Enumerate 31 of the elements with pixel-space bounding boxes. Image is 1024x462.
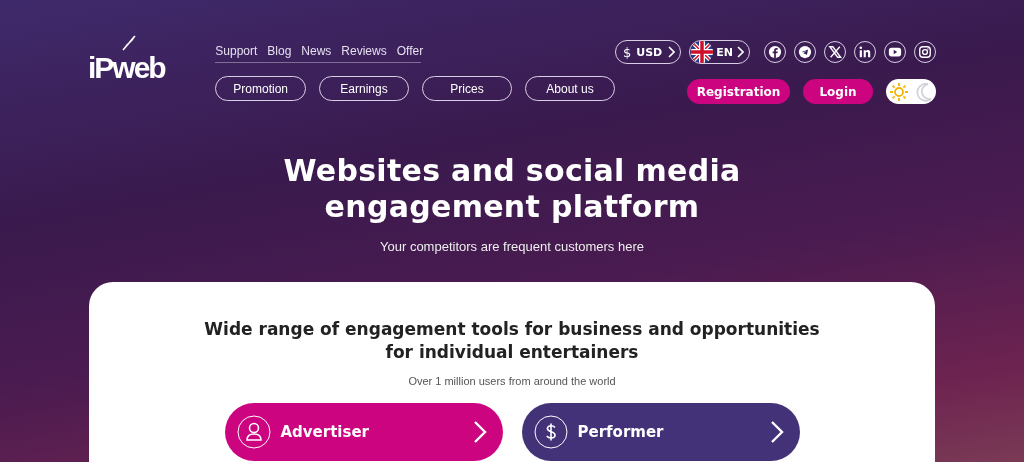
nav-link[interactable]: Blog bbox=[267, 44, 292, 58]
nav-link[interactable]: Reviews bbox=[341, 44, 387, 58]
role-button[interactable]: Advertiser bbox=[224, 403, 503, 461]
person-icon bbox=[236, 415, 271, 449]
card-title: Wide range of engagement tools for business and opportunities for individual entertainers bbox=[203, 318, 821, 364]
camera-icon bbox=[918, 45, 932, 59]
currency-label: USD bbox=[636, 45, 663, 59]
role-button[interactable]: Performer bbox=[521, 403, 800, 461]
nav-link[interactable]: Offer bbox=[396, 44, 424, 58]
nav-link[interactable]: News bbox=[301, 44, 332, 58]
logo[interactable]: iPweb bbox=[88, 35, 216, 83]
hero-subtitle: Your competitors are frequent customers here bbox=[379, 239, 645, 254]
card-subtitle: Over 1 million users from around the world bbox=[407, 375, 617, 387]
chevron-icon bbox=[769, 420, 784, 444]
video-play-icon bbox=[888, 45, 902, 59]
registration-button[interactable]: Registration bbox=[687, 79, 790, 104]
nav-link[interactable]: Support bbox=[215, 44, 258, 58]
facebook-icon bbox=[768, 45, 782, 59]
language-label: EN bbox=[716, 45, 733, 59]
theme-toggle[interactable] bbox=[886, 79, 936, 104]
dollar-icon bbox=[533, 415, 568, 449]
chevron-icon bbox=[736, 46, 744, 58]
x-icon bbox=[828, 45, 842, 59]
chevron-icon bbox=[472, 420, 487, 444]
hero-title: Websites and social media engagement platform bbox=[282, 153, 742, 225]
telegram-icon bbox=[798, 45, 812, 59]
chevron-icon bbox=[667, 46, 676, 58]
currency-symbol: $ bbox=[623, 44, 632, 60]
linkedin-icon bbox=[858, 45, 872, 59]
login-button[interactable]: Login bbox=[803, 79, 873, 104]
flag-icon bbox=[691, 41, 714, 63]
